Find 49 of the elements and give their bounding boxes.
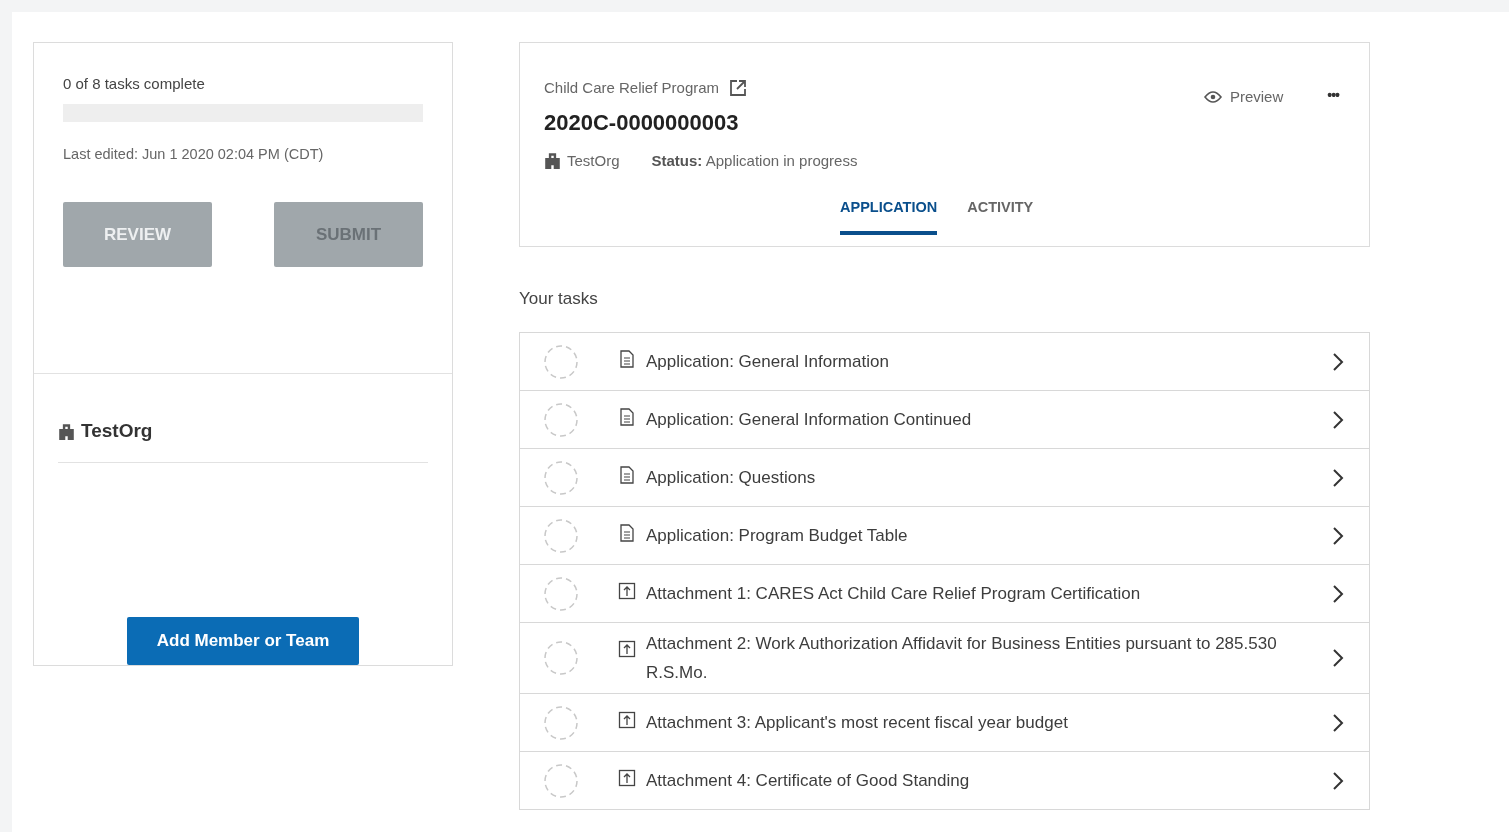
program-name: Child Care Relief Program xyxy=(544,79,720,96)
task-row[interactable]: Application: General Information xyxy=(520,333,1369,391)
task-row[interactable]: Attachment 4: Certificate of Good Standing xyxy=(520,752,1369,810)
tab[interactable]: ACTIVITY xyxy=(967,191,1034,235)
task-row[interactable]: Application: Questions xyxy=(520,449,1369,507)
progress-summary: 0 of 8 tasks complete xyxy=(63,75,206,92)
task-title: Application: General Information xyxy=(646,351,890,373)
task-title: Attachment 3: Applicant's most recent fiscal year budget xyxy=(646,712,1069,734)
task-row[interactable]: Application: Program Budget Table xyxy=(520,507,1369,565)
document-icon xyxy=(618,408,636,426)
tab[interactable]: APPLICATION xyxy=(840,191,938,235)
chevron-right-icon xyxy=(1331,770,1345,791)
upload-icon xyxy=(618,582,636,600)
chevron-right-icon xyxy=(1331,712,1345,733)
more-button[interactable]: ••• xyxy=(1321,85,1345,104)
add-member-button[interactable]: Add Member or Team xyxy=(126,617,360,665)
chevron-right-icon xyxy=(1331,467,1345,488)
task-title: Attachment 4: Certificate of Good Standing xyxy=(646,770,971,792)
task-row[interactable]: Attachment 2: Work Authorization Affidavit for Business Entities pursuant to 285.530 R.S.Mo. xyxy=(520,623,1369,694)
task-title: Attachment 1: CARES Act Child Care Relief Program Certification xyxy=(646,583,1142,605)
task-row[interactable]: Attachment 1: CARES Act Child Care Relief Program Certification xyxy=(520,565,1369,623)
external-link-icon[interactable] xyxy=(729,78,748,97)
task-title: Application: Questions xyxy=(646,467,817,489)
application-id: 2020C-0000000003 xyxy=(544,110,740,136)
chevron-right-icon xyxy=(1331,409,1345,430)
task-title: Attachment 2: Work Authorization Affidavit for Business Entities pursuant to 285.530 R.S.Mo. xyxy=(646,633,1278,684)
last-edited: Last edited: Jun 1 2020 02:04 PM (CDT) xyxy=(63,146,325,162)
chevron-right-icon xyxy=(1331,525,1345,546)
tasks-heading: Your tasks xyxy=(519,289,599,309)
document-icon xyxy=(618,350,636,368)
document-icon xyxy=(618,466,636,484)
organization-name: TestOrg xyxy=(567,152,620,169)
chevron-right-icon xyxy=(1331,351,1345,372)
upload-icon xyxy=(618,640,636,658)
building-icon xyxy=(544,152,561,169)
task-row[interactable]: Attachment 3: Applicant's most recent fiscal year budget xyxy=(520,694,1369,752)
task-title: Application: General Information Continued xyxy=(646,409,973,431)
chevron-right-icon xyxy=(1331,583,1345,604)
eye-icon xyxy=(1203,89,1222,104)
upload-icon xyxy=(618,711,636,729)
building-icon xyxy=(58,422,75,440)
organization-name: TestOrg xyxy=(81,420,153,442)
task-row[interactable]: Application: General Information Continued xyxy=(520,391,1369,449)
preview-button[interactable]: Preview xyxy=(1197,87,1290,106)
task-title: Application: Program Budget Table xyxy=(646,525,909,547)
chevron-right-icon xyxy=(1331,648,1345,668)
upload-icon xyxy=(618,769,636,787)
document-icon xyxy=(618,524,636,542)
status-text: Status: Application in progress xyxy=(651,152,858,169)
